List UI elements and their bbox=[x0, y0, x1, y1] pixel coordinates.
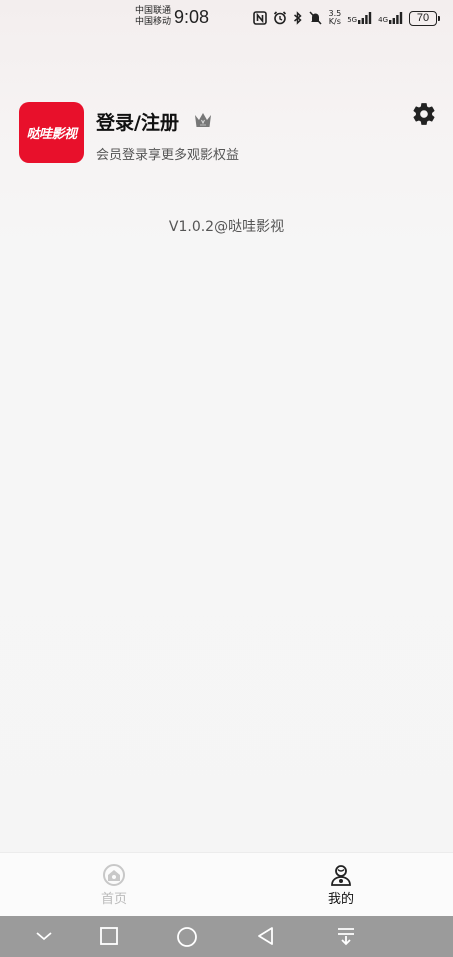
signal-4g: 4G bbox=[378, 12, 403, 24]
tab-home-label: 首页 bbox=[100, 892, 127, 907]
home-icon bbox=[103, 864, 125, 886]
bottom-tab-bar: 首页 我的 bbox=[0, 852, 453, 916]
alarm-icon bbox=[274, 11, 287, 25]
status-bar: 中国联通 中国移动 9:08 3.5 K/s 5G 4G 70 bbox=[0, 0, 453, 36]
status-icons: 3.5 K/s 5G 4G 70 bbox=[253, 9, 440, 27]
screen: 中国联通 中国移动 9:08 3.5 K/s 5G 4G 70 哒哇影视 登录/… bbox=[0, 0, 453, 957]
mute-icon bbox=[309, 11, 323, 25]
carrier-1: 中国联通 bbox=[135, 6, 172, 16]
app-logo-avatar[interactable]: 哒哇影视 bbox=[19, 102, 84, 163]
chevron-down-icon[interactable] bbox=[35, 930, 53, 942]
tab-mine-label: 我的 bbox=[327, 892, 354, 907]
tab-home[interactable]: 首页 bbox=[74, 863, 154, 907]
carrier-names: 中国联通 中国移动 bbox=[135, 6, 171, 28]
version-label: V1.0.2@哒哇影视 bbox=[168, 219, 285, 235]
signal-5g: 5G bbox=[347, 12, 372, 24]
network-speed: 3.5 K/s bbox=[328, 9, 342, 26]
profile-icon bbox=[331, 865, 351, 886]
signal-bars-icon bbox=[389, 12, 403, 24]
bluetooth-icon bbox=[294, 11, 303, 25]
battery-indicator: 70 bbox=[409, 10, 440, 26]
back-icon[interactable] bbox=[256, 926, 276, 946]
login-subtitle: 会员登录享更多观影权益 bbox=[96, 148, 240, 163]
tab-mine[interactable]: 我的 bbox=[301, 863, 381, 907]
home-button-icon[interactable] bbox=[176, 926, 198, 948]
carrier-2: 中国移动 bbox=[135, 17, 172, 27]
signal-bars-icon bbox=[358, 12, 372, 24]
system-nav-bar bbox=[0, 916, 453, 957]
login-register-link[interactable]: 登录/注册 bbox=[96, 108, 179, 135]
gear-icon[interactable] bbox=[411, 101, 437, 127]
crown-icon bbox=[195, 113, 211, 127]
avatar-text: 哒哇影视 bbox=[26, 127, 77, 142]
nfc-icon bbox=[253, 11, 268, 25]
clock: 9:08 bbox=[174, 7, 210, 27]
notification-pull-icon[interactable] bbox=[336, 926, 356, 946]
recent-apps-icon[interactable] bbox=[99, 926, 119, 946]
